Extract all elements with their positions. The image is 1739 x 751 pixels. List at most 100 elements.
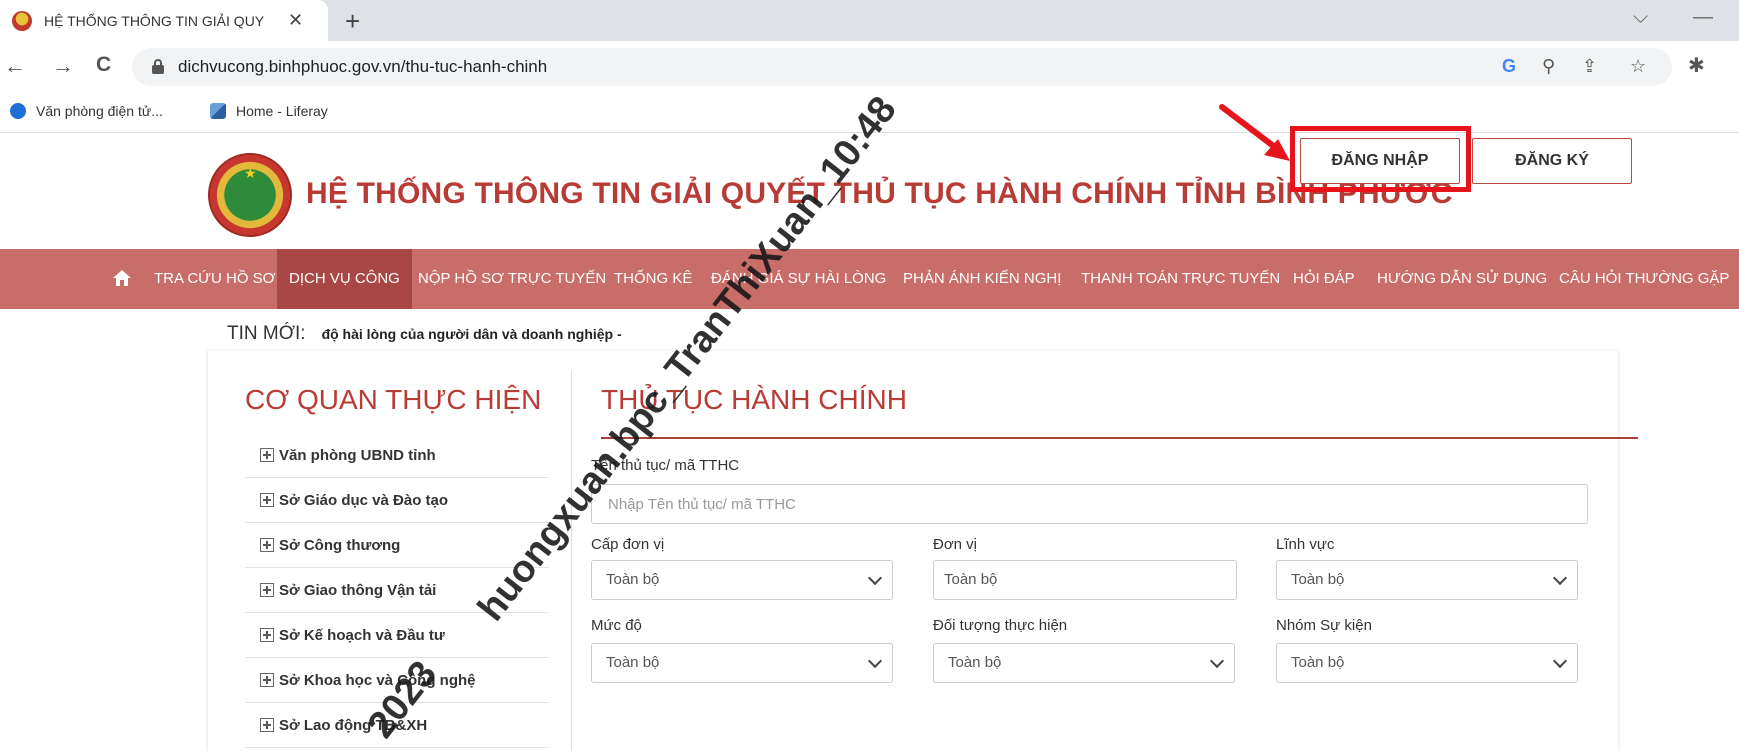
browser-tabstrip: HỆ THỐNG THÔNG TIN GIẢI QUY ✕ + ⌵ —	[0, 0, 1739, 41]
agency-label: Sở Giáo dục và Đào tạo	[279, 491, 449, 509]
cap-don-vi-select[interactable]: Toàn bộ	[591, 560, 893, 600]
share-icon[interactable]: ⇪	[1582, 56, 1597, 77]
chevron-down-icon	[1552, 570, 1568, 586]
don-vi-value: Toàn bộ	[944, 571, 998, 588]
doi-tuong-value: Toàn bộ	[948, 654, 1002, 671]
procedure-search-input[interactable]	[591, 484, 1588, 524]
nav-huong-dan-su-dung[interactable]: HƯỚNG DẪN SỬ DỤNG	[1377, 249, 1547, 309]
don-vi-label: Đơn vị	[933, 536, 978, 553]
agency-list: Văn phòng UBND tỉnh Sở Giáo dục và Đào t…	[245, 433, 549, 748]
linh-vuc-select[interactable]: Toàn bộ	[1276, 560, 1578, 600]
agency-label: Sở Giao thông Vận tải	[279, 581, 437, 599]
login-highlight-annotation	[1290, 126, 1471, 192]
province-emblem-logo[interactable]: ★	[208, 153, 292, 237]
news-ticker: TIN MỚI: độ hài lòng của người dân và do…	[227, 323, 622, 345]
bookmark-star-icon[interactable]: ☆	[1630, 56, 1646, 77]
expand-plus-icon[interactable]	[260, 583, 274, 597]
chevron-down-icon	[1552, 653, 1568, 669]
agency-item[interactable]: Sở Khoa học và Công nghệ	[245, 658, 549, 703]
content-panel: CƠ QUAN THỰC HIỆN Văn phòng UBND tỉnh Sở…	[207, 351, 1638, 751]
news-text[interactable]: độ hài lòng của người dân và doanh nghiệ…	[322, 326, 622, 342]
home-icon[interactable]	[112, 268, 132, 288]
agency-label: Văn phòng UBND tỉnh	[279, 446, 436, 464]
back-button[interactable]: ←	[4, 53, 26, 79]
bookmark-liferay[interactable]: Home - Liferay	[210, 103, 328, 119]
cap-don-vi-value: Toàn bộ	[606, 571, 660, 588]
chevron-down-icon	[867, 570, 883, 586]
expand-plus-icon[interactable]	[260, 538, 274, 552]
nhom-su-kien-label: Nhóm Sự kiện	[1276, 617, 1372, 634]
nhom-su-kien-value: Toàn bộ	[1291, 654, 1345, 671]
register-button[interactable]: ĐĂNG KÝ	[1472, 138, 1632, 184]
chevron-down-icon	[1209, 653, 1225, 669]
nav-thanh-toan-truc-tuyen[interactable]: THANH TOÁN TRỰC TUYẾN	[1081, 249, 1280, 309]
main-navigation: TRA CỨU HỒ SƠ DỊCH VỤ CÔNG NỘP HỒ SƠ TRỰ…	[0, 249, 1739, 309]
agency-item[interactable]: Văn phòng UBND tỉnh	[245, 433, 549, 478]
site-favicon-icon	[12, 10, 32, 31]
address-bar[interactable]: dichvucong.binhphuoc.gov.vn/thu-tuc-hanh…	[132, 48, 1672, 86]
agency-item[interactable]: Sở Kế hoạch và Đầu tư	[245, 613, 549, 658]
nav-hoi-dap[interactable]: HỎI ĐÁP	[1293, 249, 1355, 309]
nav-thong-ke[interactable]: THỐNG KÊ	[614, 249, 692, 309]
agency-item[interactable]: Sở Giao thông Vận tải	[245, 568, 549, 613]
agency-item[interactable]: Sở Giáo dục và Đào tạo	[245, 478, 549, 523]
agencies-title: CƠ QUAN THỰC HIỆN	[245, 384, 542, 415]
don-vi-input[interactable]: Toàn bộ	[933, 560, 1237, 600]
agency-item[interactable]: Sở Công thương	[245, 523, 549, 568]
lock-icon[interactable]	[152, 59, 164, 74]
reload-button[interactable]: C	[96, 53, 111, 77]
muc-do-select[interactable]: Toàn bộ	[591, 643, 893, 683]
bookmark-label: Văn phòng điện tử...	[36, 103, 163, 119]
procedures-title: THỦ TỤC HÀNH CHÍNH	[601, 384, 907, 415]
agency-label: Sở Công thương	[279, 536, 401, 554]
search-label: Tên thủ tục/ mã TTHC	[591, 457, 740, 474]
procedures-title-rule	[601, 437, 1638, 439]
url-text[interactable]: dichvucong.binhphuoc.gov.vn/thu-tuc-hanh…	[178, 57, 547, 77]
expand-plus-icon[interactable]	[260, 628, 274, 642]
tab-title: HỆ THỐNG THÔNG TIN GIẢI QUY	[44, 12, 265, 29]
liferay-icon	[210, 103, 226, 119]
expand-plus-icon[interactable]	[260, 448, 274, 462]
tab-close-icon[interactable]: ✕	[288, 10, 303, 31]
nav-cau-hoi-thuong-gap[interactable]: CÂU HỎI THƯỜNG GẶP	[1559, 249, 1729, 309]
bookmarks-bar: Văn phòng điện tử... Home - Liferay	[0, 93, 1739, 133]
google-translate-icon[interactable]: G	[1502, 56, 1516, 77]
muc-do-value: Toàn bộ	[606, 654, 660, 671]
browser-tab[interactable]: HỆ THỐNG THÔNG TIN GIẢI QUY ✕	[0, 0, 328, 41]
new-tab-button[interactable]: +	[345, 6, 360, 37]
browser-toolbar: ← → C dichvucong.binhphuoc.gov.vn/thu-tu…	[0, 41, 1739, 93]
nav-danh-gia-su-hai-long[interactable]: ĐÁNH GIÁ SỰ HÀI LÒNG	[711, 249, 886, 309]
agency-label: Sở Lao động TB&XH	[279, 716, 428, 734]
extensions-icon[interactable]: ✱	[1688, 53, 1705, 78]
site-title[interactable]: HỆ THỐNG THÔNG TIN GIẢI QUYẾT THỦ TỤC HÀ…	[306, 177, 1453, 211]
expand-plus-icon[interactable]	[260, 493, 274, 507]
nav-tra-cuu-ho-so[interactable]: TRA CỨU HỒ SƠ	[154, 249, 276, 309]
linh-vuc-value: Toàn bộ	[1291, 571, 1345, 588]
doi-tuong-select[interactable]: Toàn bộ	[933, 643, 1235, 683]
muc-do-label: Mức độ	[591, 617, 642, 634]
shield-check-icon	[10, 103, 26, 119]
cap-don-vi-label: Cấp đơn vị	[591, 536, 665, 553]
agency-label: Sở Kế hoạch và Đầu tư	[279, 626, 445, 644]
agency-label: Sở Khoa học và Công nghệ	[279, 671, 476, 689]
red-arrow-annotation	[1219, 104, 1290, 161]
tab-search-dropdown-icon[interactable]: ⌵	[1633, 6, 1648, 29]
expand-plus-icon[interactable]	[260, 673, 274, 687]
news-label: TIN MỚI:	[227, 323, 306, 344]
nav-phan-anh-kien-nghi[interactable]: PHẢN ÁNH KIẾN NGHỊ	[903, 249, 1061, 309]
doi-tuong-label: Đối tượng thực hiện	[933, 617, 1068, 634]
forward-button[interactable]: →	[52, 53, 74, 79]
web-page: ★ HỆ THỐNG THÔNG TIN GIẢI QUYẾT THỦ TỤC …	[0, 104, 1739, 751]
linh-vuc-label: Lĩnh vực	[1276, 536, 1335, 553]
bookmark-label: Home - Liferay	[236, 103, 328, 119]
column-divider	[571, 371, 572, 751]
minimize-button[interactable]: —	[1693, 6, 1713, 29]
expand-plus-icon[interactable]	[260, 718, 274, 732]
nav-nop-ho-so-truc-tuyen[interactable]: NỘP HỒ SƠ TRỰC TUYẾN	[418, 249, 606, 309]
nhom-su-kien-select[interactable]: Toàn bộ	[1276, 643, 1578, 683]
chevron-down-icon	[867, 653, 883, 669]
agency-item[interactable]: Sở Lao động TB&XH	[245, 703, 549, 748]
zoom-icon[interactable]: ⚲	[1542, 56, 1555, 77]
bookmark-van-phong[interactable]: Văn phòng điện tử...	[10, 103, 163, 119]
nav-dich-vu-cong[interactable]: DỊCH VỤ CÔNG	[277, 249, 412, 309]
